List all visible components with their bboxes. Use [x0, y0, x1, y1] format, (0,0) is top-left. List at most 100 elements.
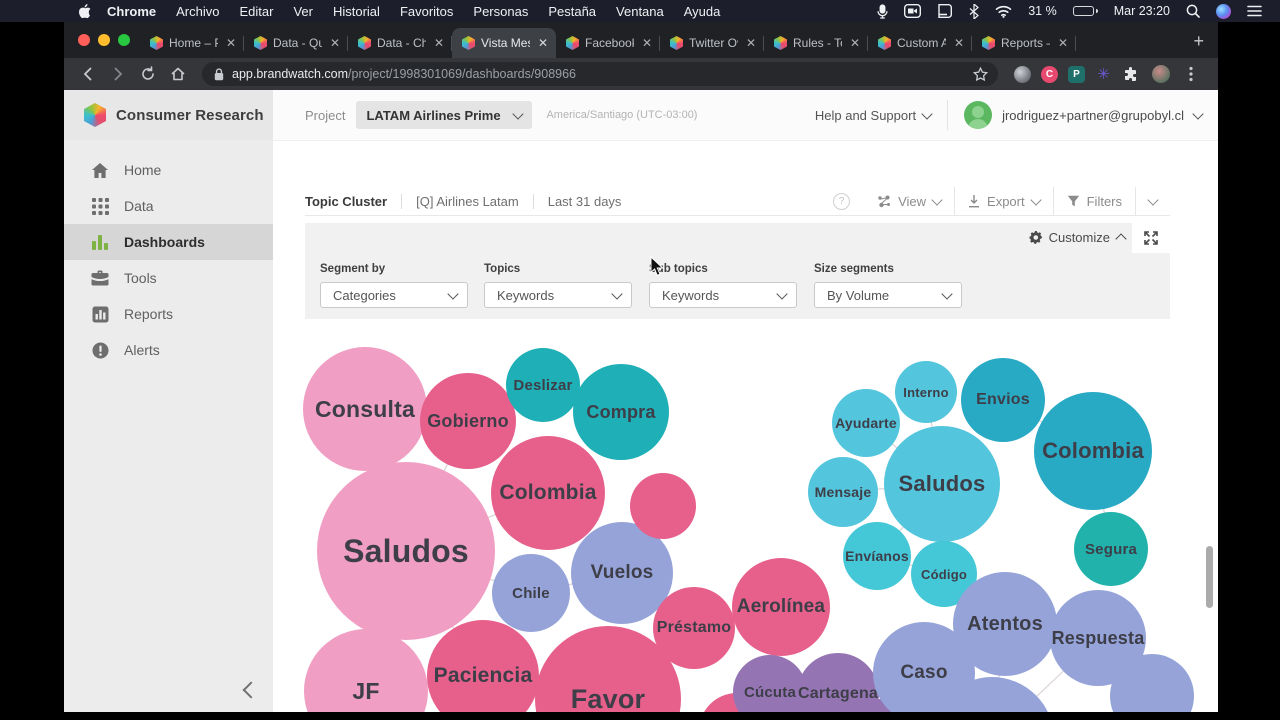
reload-icon[interactable]: [134, 61, 162, 87]
apple-icon[interactable]: [78, 3, 91, 19]
browser-tab[interactable]: Data - Que ✕: [244, 28, 348, 58]
browser-tab[interactable]: Facebook ✕: [556, 28, 660, 58]
topic-bubble[interactable]: Chile: [492, 554, 570, 632]
tab-close-icon[interactable]: ✕: [536, 36, 550, 50]
postman-icon[interactable]: P: [1068, 65, 1085, 83]
panel-more-button[interactable]: [1135, 187, 1170, 215]
topic-bubble[interactable]: [630, 473, 696, 539]
menu-historial[interactable]: Historial: [323, 4, 390, 19]
control-select[interactable]: Keywords: [484, 282, 632, 308]
menubar-clock[interactable]: Mar 23:20: [1106, 4, 1178, 18]
menu-ver[interactable]: Ver: [283, 4, 323, 19]
browser-tab[interactable]: Custom Al ✕: [868, 28, 972, 58]
topic-bubble-label: Segura: [1084, 540, 1138, 558]
bluetooth-icon[interactable]: [961, 3, 987, 19]
topic-bubble[interactable]: Compra: [573, 364, 669, 460]
help-support-menu[interactable]: Help and Support: [815, 108, 933, 123]
profile-avatar[interactable]: [1147, 61, 1175, 87]
topic-bubble[interactable]: Ayudarte: [832, 389, 900, 457]
menu-pestana[interactable]: Pestaña: [538, 4, 606, 19]
forward-icon[interactable]: [104, 61, 132, 87]
topic-bubble[interactable]: Envios: [961, 358, 1045, 442]
topic-bubble-label: Aerolínea: [736, 596, 826, 617]
topic-bubble[interactable]: Aerolínea: [732, 558, 830, 656]
topic-bubble[interactable]: Mensaje: [808, 457, 878, 527]
bookmark-star-icon[interactable]: [973, 66, 994, 82]
fullscreen-button[interactable]: [1132, 223, 1170, 253]
panel-query[interactable]: [Q] Airlines Latam: [402, 194, 533, 209]
tab-close-icon[interactable]: ✕: [432, 36, 446, 50]
minimize-window-button[interactable]: [98, 34, 110, 46]
control-select[interactable]: By Volume: [814, 282, 962, 308]
tab-close-icon[interactable]: ✕: [1056, 36, 1070, 50]
screen-record-icon[interactable]: [896, 4, 929, 18]
menu-editar[interactable]: Editar: [229, 4, 283, 19]
control-select[interactable]: Keywords: [649, 282, 797, 308]
topic-bubble[interactable]: Deslizar: [506, 348, 580, 422]
zoom-window-button[interactable]: [118, 34, 130, 46]
topic-bubble[interactable]: Colombia: [491, 436, 605, 550]
help-icon[interactable]: ?: [833, 192, 851, 210]
address-bar[interactable]: app.brandwatch.com/project/1998301069/da…: [202, 62, 998, 86]
sidebar-item-home[interactable]: Home: [64, 152, 273, 188]
tab-close-icon[interactable]: ✕: [224, 36, 238, 50]
export-button[interactable]: Export: [954, 187, 1053, 215]
browser-tab[interactable]: Rules - To ✕: [764, 28, 868, 58]
spotlight-icon[interactable]: [1178, 4, 1208, 18]
topic-bubble[interactable]: Envíanos: [843, 522, 911, 590]
home-icon[interactable]: [164, 61, 192, 87]
browser-tab[interactable]: Reports – ✕: [972, 28, 1076, 58]
browser-tab[interactable]: Home – Pr ✕: [140, 28, 244, 58]
customize-button[interactable]: Customize: [1028, 230, 1127, 245]
menu-ayuda[interactable]: Ayuda: [674, 4, 731, 19]
new-tab-button[interactable]: +: [1183, 31, 1218, 58]
panel-date-range[interactable]: Last 31 days: [534, 194, 636, 209]
project-select[interactable]: LATAM Airlines Prime: [356, 101, 533, 129]
menu-favoritos[interactable]: Favoritos: [390, 4, 463, 19]
tab-close-icon[interactable]: ✕: [640, 36, 654, 50]
user-avatar[interactable]: [964, 101, 993, 129]
close-window-button[interactable]: [78, 34, 90, 46]
collapse-sidebar-icon[interactable]: [242, 681, 260, 699]
menu-ventana[interactable]: Ventana: [606, 4, 674, 19]
tab-close-icon[interactable]: ✕: [744, 36, 758, 50]
starburst-icon[interactable]: ✳: [1095, 66, 1112, 83]
menu-personas[interactable]: Personas: [463, 4, 538, 19]
topic-bubble[interactable]: Interno: [895, 361, 957, 423]
chrome-menu-icon[interactable]: [1177, 61, 1205, 87]
topic-bubble[interactable]: Gobierno: [420, 373, 516, 469]
display-icon[interactable]: [929, 4, 961, 18]
microphone-icon[interactable]: [869, 3, 896, 19]
sidebar-item-tools[interactable]: Tools: [64, 260, 273, 296]
tab-close-icon[interactable]: ✕: [328, 36, 342, 50]
topic-bubble[interactable]: Saludos: [317, 462, 495, 640]
chevron-down-icon[interactable]: [1192, 107, 1204, 120]
menu-app-name[interactable]: Chrome: [97, 4, 166, 19]
view-button[interactable]: View: [864, 187, 954, 215]
menu-archivo[interactable]: Archivo: [166, 4, 229, 19]
sidebar-item-dashboards[interactable]: Dashboards: [64, 224, 273, 260]
browser-tab[interactable]: Twitter Ov ✕: [660, 28, 764, 58]
back-icon[interactable]: [74, 61, 102, 87]
topic-bubble[interactable]: Saludos: [884, 426, 1000, 542]
tab-close-icon[interactable]: ✕: [952, 36, 966, 50]
extension-avatar-icon[interactable]: [1014, 65, 1031, 83]
topic-bubble[interactable]: Colombia: [1034, 392, 1152, 510]
siri-icon[interactable]: [1208, 3, 1239, 19]
colorzilla-icon[interactable]: C: [1041, 65, 1058, 83]
sidebar-item-data[interactable]: Data: [64, 188, 273, 224]
browser-tab[interactable]: Data - Cha ✕: [348, 28, 452, 58]
control-select[interactable]: Categories: [320, 282, 468, 308]
topic-bubble[interactable]: Segura: [1074, 512, 1148, 586]
control-center-icon[interactable]: [1239, 5, 1270, 17]
tab-close-icon[interactable]: ✕: [848, 36, 862, 50]
vertical-scrollbar[interactable]: [1206, 546, 1213, 608]
sidebar-item-reports[interactable]: Reports: [64, 296, 273, 332]
wifi-icon[interactable]: [987, 5, 1020, 18]
topic-bubble[interactable]: Consulta: [303, 347, 427, 471]
puzzle-icon[interactable]: [1122, 66, 1139, 83]
sidebar-item-alerts[interactable]: Alerts: [64, 332, 273, 368]
filters-button[interactable]: Filters: [1052, 187, 1135, 215]
brand-block[interactable]: Consumer Research: [64, 90, 273, 140]
browser-tab[interactable]: Vista Mes ✕: [452, 28, 556, 58]
